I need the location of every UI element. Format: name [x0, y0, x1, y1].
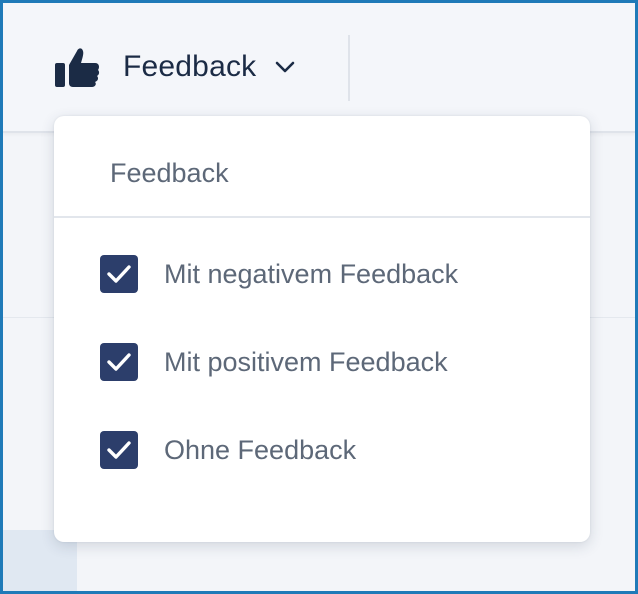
check-icon	[107, 353, 131, 371]
option-label: Mit positivem Feedback	[164, 346, 448, 377]
feedback-dropdown-menu: Feedback Mit negativem Feedback Mit posi…	[54, 116, 590, 542]
toolbar: Feedback	[3, 3, 635, 133]
option-positive-feedback[interactable]: Mit positivem Feedback	[100, 342, 448, 382]
checkbox-negative-feedback[interactable]	[100, 255, 138, 293]
option-negative-feedback[interactable]: Mit negativem Feedback	[100, 254, 458, 294]
app-frame: Feedback Feedback Mit negativem Feedback	[0, 0, 638, 594]
feedback-filter-label: Feedback	[123, 50, 257, 83]
feedback-filter-button[interactable]: Feedback	[53, 39, 296, 95]
thumbs-up-icon	[53, 45, 101, 89]
check-icon	[107, 441, 131, 459]
checkbox-positive-feedback[interactable]	[100, 343, 138, 381]
toolbar-divider	[348, 35, 350, 101]
option-no-feedback[interactable]: Ohne Feedback	[100, 430, 356, 470]
dropdown-header: Feedback	[54, 116, 590, 218]
check-icon	[107, 265, 131, 283]
checkbox-no-feedback[interactable]	[100, 431, 138, 469]
chevron-down-icon	[274, 56, 296, 78]
dropdown-title: Feedback	[110, 158, 229, 188]
option-label: Mit negativem Feedback	[164, 258, 459, 289]
option-label: Ohne Feedback	[164, 434, 357, 465]
